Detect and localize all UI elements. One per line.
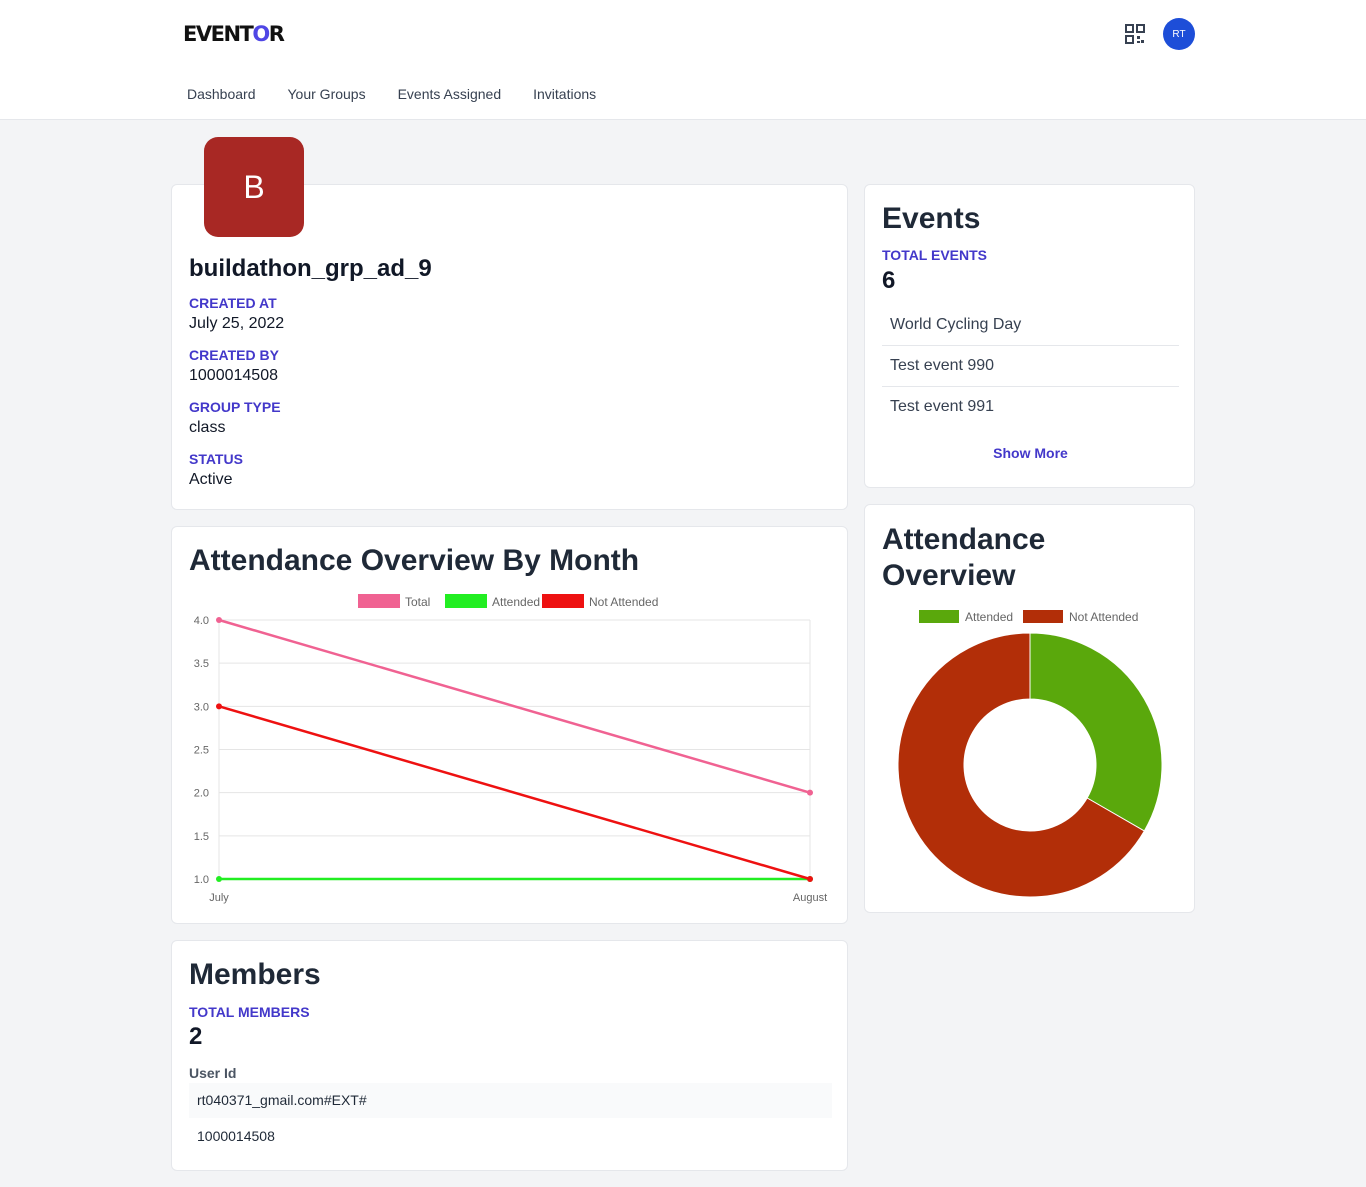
- title-line: Overview: [882, 559, 1016, 592]
- group-name: buildathon_grp_ad_9: [189, 255, 432, 282]
- status-field: STATUS Active: [189, 451, 243, 489]
- events-title: Events: [882, 202, 981, 235]
- title-line: Attendance: [882, 523, 1046, 556]
- data-point: [807, 789, 813, 796]
- legend-label: Not Attended: [1069, 610, 1138, 624]
- legend-label: Attended: [965, 610, 1013, 624]
- events-card: Events TOTAL EVENTS 6 World Cycling Day …: [864, 184, 1195, 488]
- y-tick-label: 1.5: [194, 831, 209, 843]
- attendance-donut-chart: Attended Not Attended: [897, 610, 1163, 898]
- members-title: Members: [189, 958, 321, 991]
- total-members-value: 2: [189, 1023, 203, 1050]
- group-avatar: B: [204, 137, 304, 237]
- field-value: Active: [189, 471, 233, 488]
- field-value: class: [189, 419, 226, 436]
- donut-slice: [1029, 632, 1163, 832]
- nav-events-assigned[interactable]: Events Assigned: [398, 86, 502, 102]
- y-tick-label: 2.5: [194, 745, 209, 757]
- attendance-by-month-card: Attendance Overview By Month Total Attend…: [171, 526, 848, 924]
- total-events-value: 6: [882, 267, 896, 294]
- user-avatar[interactable]: RT: [1163, 18, 1195, 50]
- data-point: [216, 617, 222, 623]
- y-tick-label: 2.0: [194, 788, 209, 800]
- eventor-logo[interactable]: EVENTOR: [183, 22, 285, 46]
- event-item[interactable]: Test event 990: [882, 346, 1179, 387]
- y-tick-label: 3.5: [194, 658, 209, 670]
- qr-code-icon[interactable]: [1124, 23, 1146, 45]
- attendance-line-chart: Total Attended Not Attended 4.0 3.5 3.0 2.5 2.0…: [194, 594, 827, 904]
- nav-invitations[interactable]: Invitations: [533, 86, 596, 102]
- legend-label: Attended: [492, 595, 540, 609]
- legend-label: Not Attended: [589, 595, 658, 609]
- member-row[interactable]: 1000014508: [189, 1119, 832, 1154]
- legend-swatch: [542, 594, 584, 608]
- field-value: 1000014508: [189, 367, 278, 384]
- y-tick-label: 3.0: [194, 701, 209, 713]
- legend-swatch: [1023, 610, 1063, 623]
- x-tick-label: July: [209, 892, 229, 904]
- field-label: GROUP TYPE: [189, 399, 281, 415]
- top-navbar: EVENTOR RT Dashboard Your Groups Events …: [0, 0, 1366, 120]
- attendance-by-month-title: Attendance Overview By Month: [189, 544, 640, 577]
- group-type-field: GROUP TYPE class: [189, 399, 281, 437]
- legend-label: Total: [405, 595, 430, 609]
- total-events-label: TOTAL EVENTS: [882, 247, 988, 263]
- y-tick-label: 1.0: [194, 874, 209, 886]
- members-card: Members TOTAL MEMBERS 2 User Id rt040371…: [171, 940, 848, 1171]
- member-row[interactable]: rt040371_gmail.com#EXT#: [189, 1083, 832, 1118]
- user-id-column-header: User Id: [189, 1065, 237, 1081]
- nav-dashboard[interactable]: Dashboard: [187, 86, 256, 102]
- y-tick-label: 4.0: [194, 615, 209, 627]
- created-at-field: CREATED AT July 25, 2022: [189, 295, 284, 333]
- field-label: CREATED BY: [189, 347, 279, 363]
- legend-swatch: [919, 610, 959, 623]
- events-list: World Cycling Day Test event 990 Test ev…: [882, 305, 1179, 428]
- field-label: STATUS: [189, 451, 243, 467]
- field-value: July 25, 2022: [189, 315, 285, 332]
- data-point: [216, 876, 222, 882]
- created-by-field: CREATED BY 1000014508: [189, 347, 279, 385]
- data-point: [807, 876, 813, 882]
- field-label: CREATED AT: [189, 295, 277, 311]
- data-point: [216, 703, 222, 710]
- total-members-label: TOTAL MEMBERS: [189, 1004, 310, 1020]
- legend-swatch: [358, 594, 400, 608]
- event-item[interactable]: World Cycling Day: [882, 305, 1179, 346]
- x-tick-label: August: [793, 892, 827, 904]
- nav-your-groups[interactable]: Your Groups: [288, 86, 366, 102]
- main-nav: Dashboard Your Groups Events Assigned In…: [187, 86, 596, 102]
- attendance-overview-card: Attendance Overview Attended Not Attended: [864, 504, 1195, 913]
- show-more-button[interactable]: Show More: [865, 445, 1196, 461]
- attendance-overview-title: Attendance Overview: [882, 522, 1045, 594]
- event-item[interactable]: Test event 991: [882, 387, 1179, 428]
- legend-swatch: [445, 594, 487, 608]
